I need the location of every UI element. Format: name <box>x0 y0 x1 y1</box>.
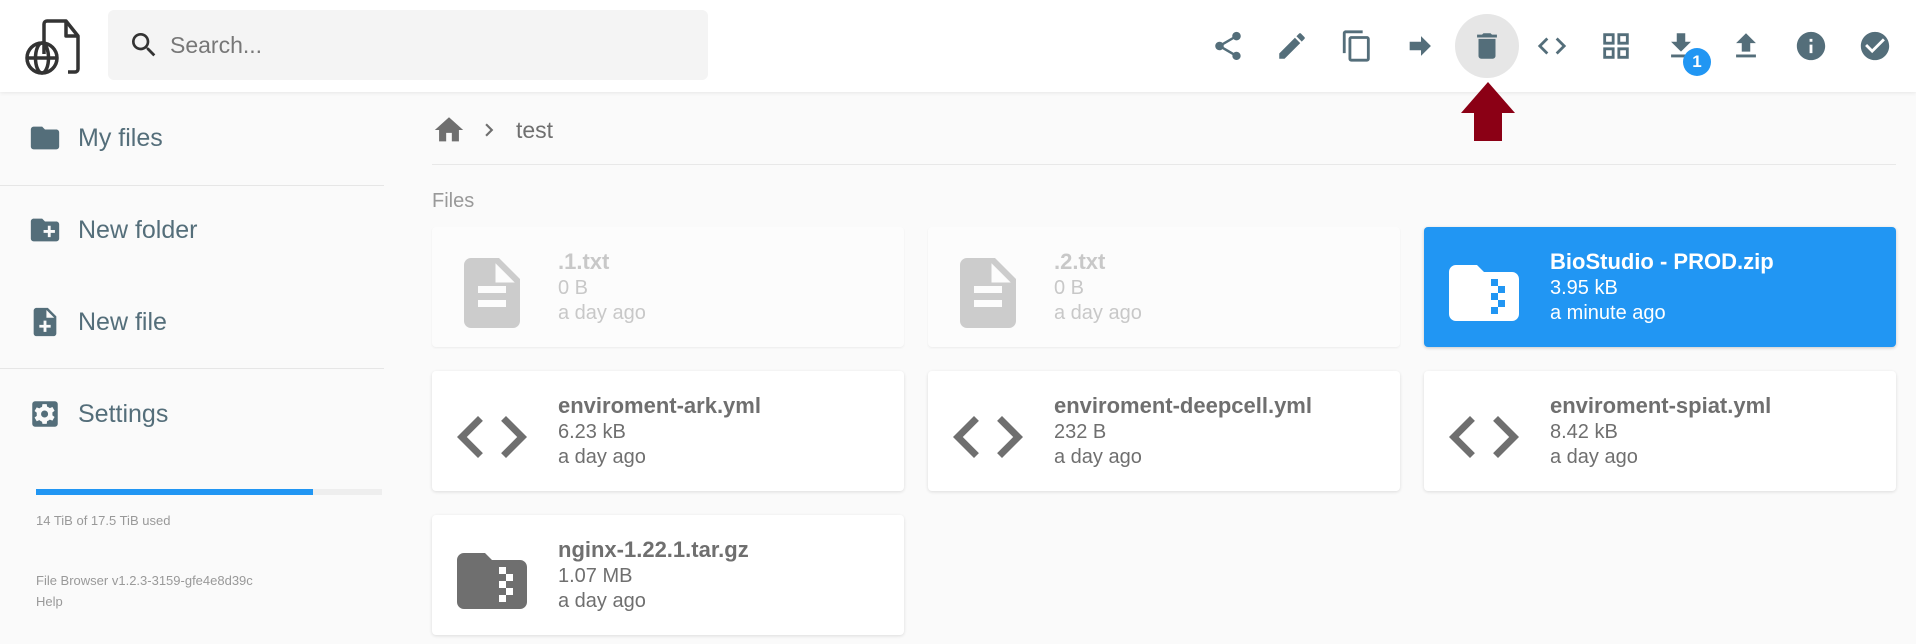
sidebar-item-label: Settings <box>78 399 169 428</box>
file-modified: a day ago <box>1054 302 1142 324</box>
text-file-icon <box>450 251 534 335</box>
breadcrumb: test <box>432 110 553 150</box>
file-size: 0 B <box>558 277 589 299</box>
help-link[interactable]: Help <box>36 594 63 609</box>
copy-icon <box>1342 30 1370 62</box>
file-size: 232 B <box>1054 421 1107 443</box>
check-circle-icon <box>1860 31 1890 61</box>
file-size: 3.95 kB <box>1550 277 1618 299</box>
sidebar-item-settings[interactable]: Settings <box>0 384 384 444</box>
chevron-right-icon <box>485 123 494 137</box>
file-size: 0 B <box>1054 277 1085 299</box>
copy-button[interactable] <box>1325 14 1389 78</box>
info-icon <box>1796 31 1826 61</box>
upload-icon <box>1736 33 1756 58</box>
sidebar-item-label: New file <box>78 307 167 336</box>
rename-button[interactable] <box>1260 14 1324 78</box>
move-button[interactable] <box>1389 14 1453 78</box>
sidebar-item-my-files[interactable]: My files <box>0 108 384 168</box>
code-icon <box>1537 37 1567 55</box>
note-add-icon <box>33 307 57 337</box>
download-button[interactable]: 1 <box>1649 14 1713 78</box>
file-card[interactable]: .2.txt 0 B a day ago <box>928 227 1400 347</box>
arrow-right-icon <box>1409 36 1431 56</box>
storage-usage-text: 14 TiB of 17.5 TiB used <box>36 513 171 528</box>
file-card[interactable]: .1.txt 0 B a day ago <box>432 227 904 347</box>
home-icon[interactable] <box>432 113 466 147</box>
file-card[interactable]: enviroment-spiat.yml 8.42 kB a day ago <box>1424 371 1896 491</box>
top-bar: 1 <box>0 0 1916 92</box>
file-modified: a minute ago <box>1550 302 1666 324</box>
switch-view-button[interactable] <box>1520 14 1584 78</box>
create-new-folder-icon <box>30 218 60 242</box>
info-button[interactable] <box>1779 14 1843 78</box>
file-size: 8.42 kB <box>1550 421 1618 443</box>
grid-view-button[interactable] <box>1584 14 1648 78</box>
version-text: File Browser v1.2.3-3159-gfe4e8d39c <box>36 573 253 588</box>
file-size: 1.07 MB <box>558 565 633 587</box>
file-name: nginx-1.22.1.tar.gz <box>558 537 749 562</box>
download-count-badge: 1 <box>1683 48 1711 76</box>
file-name: .1.txt <box>558 249 610 274</box>
archive-file-icon <box>450 539 534 623</box>
file-name: enviroment-spiat.yml <box>1550 393 1772 418</box>
grid-icon <box>1603 33 1629 59</box>
file-name: enviroment-ark.yml <box>558 393 761 418</box>
sidebar-item-label: New folder <box>78 215 198 244</box>
file-card[interactable]: nginx-1.22.1.tar.gz 1.07 MB a day ago <box>432 515 904 635</box>
section-title: Files <box>432 190 475 212</box>
share-button[interactable] <box>1196 14 1260 78</box>
text-file-icon <box>946 251 1030 335</box>
trash-icon <box>1477 33 1497 59</box>
sidebar-item-new-file[interactable]: New file <box>0 292 384 352</box>
archive-file-icon <box>1442 251 1526 335</box>
file-name: .2.txt <box>1054 249 1106 274</box>
settings-icon <box>32 401 58 427</box>
pencil-icon <box>1279 33 1305 59</box>
code-file-icon <box>450 395 534 479</box>
file-card[interactable]: BioStudio - PROD.zip 3.95 kB a minute ago <box>1424 227 1896 347</box>
select-multiple-button[interactable] <box>1843 14 1907 78</box>
code-file-icon <box>946 395 1030 479</box>
file-browser-logo-icon[interactable] <box>24 16 84 76</box>
file-modified: a day ago <box>558 302 646 324</box>
sidebar-item-label: My files <box>78 123 163 152</box>
sidebar-divider <box>0 368 384 369</box>
file-modified: a day ago <box>1550 446 1638 468</box>
file-size: 6.23 kB <box>558 421 626 443</box>
folder-icon <box>30 126 60 150</box>
storage-usage-bar <box>36 489 382 495</box>
file-modified: a day ago <box>1054 446 1142 468</box>
breadcrumb-divider <box>432 164 1896 165</box>
sidebar-divider <box>0 185 384 186</box>
code-file-icon <box>1442 395 1526 479</box>
delete-button[interactable] <box>1455 14 1519 78</box>
file-modified: a day ago <box>558 446 646 468</box>
sidebar-item-new-folder[interactable]: New folder <box>0 200 384 260</box>
arrow-up-icon <box>1461 82 1515 141</box>
share-icon <box>1215 31 1241 61</box>
search-input[interactable] <box>170 31 670 59</box>
file-name: BioStudio - PROD.zip <box>1550 249 1774 274</box>
file-modified: a day ago <box>558 590 646 612</box>
search-icon <box>132 33 156 57</box>
file-card[interactable]: enviroment-deepcell.yml 232 B a day ago <box>928 371 1400 491</box>
storage-usage-fill <box>36 489 313 495</box>
breadcrumb-item[interactable]: test <box>516 117 553 144</box>
search-box[interactable] <box>108 10 708 80</box>
upload-button[interactable] <box>1714 14 1778 78</box>
file-card[interactable]: enviroment-ark.yml 6.23 kB a day ago <box>432 371 904 491</box>
file-name: enviroment-deepcell.yml <box>1054 393 1312 418</box>
